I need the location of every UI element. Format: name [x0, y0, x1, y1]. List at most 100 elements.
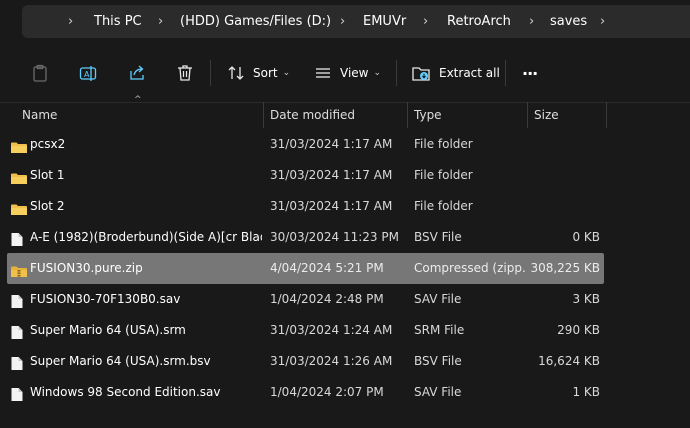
- file-icon: [10, 385, 28, 401]
- share-icon: [130, 65, 144, 80]
- file-size: 290 KB: [557, 323, 600, 337]
- file-row[interactable]: Super Mario 64 (USA).srm.bsv 31/03/2024 1…: [7, 346, 604, 377]
- breadcrumb-saves[interactable]: saves: [550, 5, 587, 38]
- file-date-modified: 31/03/2024 1:17 AM: [270, 137, 393, 151]
- paste-icon: [33, 64, 47, 82]
- file-type: File folder: [414, 137, 473, 151]
- file-type: SAV File: [414, 292, 462, 306]
- file-date-modified: 31/03/2024 1:17 AM: [270, 199, 393, 213]
- file-name: FUSION30-70F130B0.sav: [30, 292, 181, 306]
- column-resize-handle[interactable]: [606, 102, 607, 128]
- view-label: View: [340, 66, 369, 80]
- file-icon: [10, 230, 28, 246]
- chevron-right-icon[interactable]: ›: [158, 5, 163, 38]
- file-date-modified: 31/03/2024 1:26 AM: [270, 354, 393, 368]
- zip-folder-icon: [10, 261, 28, 277]
- share-button[interactable]: [127, 44, 147, 102]
- toolbar-divider: [505, 60, 506, 86]
- view-icon: [316, 68, 330, 78]
- trash-icon: [178, 65, 192, 81]
- chevron-right-icon[interactable]: ›: [423, 5, 428, 38]
- file-type: File folder: [414, 168, 473, 182]
- folder-icon: [10, 199, 28, 215]
- file-name: Windows 98 Second Edition.sav: [30, 385, 221, 399]
- column-resize-handle[interactable]: [263, 102, 264, 128]
- column-header-name[interactable]: Name: [22, 102, 57, 128]
- sort-label: Sort: [253, 66, 278, 80]
- file-size: 0 KB: [572, 230, 600, 244]
- column-resize-handle[interactable]: [407, 102, 408, 128]
- folder-icon: [10, 137, 28, 153]
- column-header-date[interactable]: Date modified: [270, 102, 355, 128]
- file-date-modified: 1/04/2024 2:07 PM: [270, 385, 384, 399]
- breadcrumb-emuvr[interactable]: EMUVr: [363, 5, 406, 38]
- file-type: File folder: [414, 199, 473, 213]
- file-row[interactable]: Slot 2 31/03/2024 1:17 AM File folder: [7, 191, 604, 222]
- file-date-modified: 4/04/2024 5:21 PM: [270, 261, 384, 275]
- file-name: FUSION30.pure.zip: [30, 261, 143, 275]
- file-date-modified: 30/03/2024 11:23 PM: [270, 230, 399, 244]
- file-type: SRM File: [414, 323, 465, 337]
- column-header-size[interactable]: Size: [534, 102, 559, 128]
- file-size: 308,225 KB: [530, 261, 600, 275]
- file-row[interactable]: FUSION30-70F130B0.sav 1/04/2024 2:48 PM SA…: [7, 284, 604, 315]
- sort-ascending-icon: ^: [134, 95, 142, 105]
- breadcrumb-retroarch[interactable]: RetroArch: [447, 5, 511, 38]
- extract-all-label: Extract all: [439, 66, 500, 80]
- file-date-modified: 31/03/2024 1:24 AM: [270, 323, 393, 337]
- chevron-right-icon[interactable]: ›: [68, 5, 73, 38]
- chevron-right-icon[interactable]: ›: [340, 5, 345, 38]
- file-name: Super Mario 64 (USA).srm.bsv: [30, 354, 211, 368]
- file-name: pcsx2: [30, 137, 66, 151]
- file-date-modified: 31/03/2024 1:17 AM: [270, 168, 393, 182]
- breadcrumb: › This PC › (HDD) Games/Files (D:) › EMU…: [22, 5, 690, 38]
- rename-button[interactable]: A: [78, 44, 98, 102]
- chevron-right-icon[interactable]: ›: [529, 5, 534, 38]
- sort-icon: [228, 66, 244, 80]
- chevron-right-icon[interactable]: ›: [600, 5, 605, 38]
- rename-icon: A: [79, 66, 97, 81]
- column-header-row: ^ Name Date modified Type Size: [0, 95, 690, 128]
- file-size: [527, 129, 600, 160]
- column-resize-handle[interactable]: [527, 102, 528, 128]
- file-type: BSV File: [414, 230, 462, 244]
- paste-button[interactable]: [30, 44, 50, 102]
- file-name: A-E (1982)(Broderbund)(Side A)[cr Blade]…: [30, 230, 262, 244]
- file-icon: [10, 292, 28, 308]
- extract-icon: [412, 67, 430, 81]
- more-options-button[interactable]: ···: [522, 44, 538, 102]
- file-size: 1 KB: [572, 385, 600, 399]
- file-date-modified: 1/04/2024 2:48 PM: [270, 292, 384, 306]
- toolbar-divider: [210, 60, 211, 86]
- file-name: Slot 2: [30, 199, 65, 213]
- address-bar[interactable]: › This PC › (HDD) Games/Files (D:) › EMU…: [22, 5, 690, 38]
- chevron-down-icon: ⌄: [373, 68, 382, 78]
- breadcrumb-this-pc[interactable]: This PC: [94, 5, 142, 38]
- file-type: Compressed (zipp...: [414, 261, 526, 275]
- file-icon: [10, 323, 28, 339]
- chevron-down-icon: ⌄: [282, 68, 291, 78]
- file-type: SAV File: [414, 385, 462, 399]
- view-button[interactable]: View ⌄: [314, 44, 381, 102]
- file-list: pcsx2 31/03/2024 1:17 AM File folder Slot 1…: [7, 129, 604, 408]
- file-type: BSV File: [414, 354, 462, 368]
- delete-button[interactable]: [175, 44, 195, 102]
- folder-icon: [10, 168, 28, 184]
- file-row[interactable]: FUSION30.pure.zip 4/04/2024 5:21 PM Compre…: [7, 253, 604, 284]
- column-header-type[interactable]: Type: [414, 102, 442, 128]
- file-row[interactable]: Windows 98 Second Edition.sav 1/04/2024 2…: [7, 377, 604, 408]
- file-size: 3 KB: [572, 292, 600, 306]
- more-icon: ···: [522, 63, 538, 83]
- file-row[interactable]: Super Mario 64 (USA).srm 31/03/2024 1:24 …: [7, 315, 604, 346]
- file-name: Slot 1: [30, 168, 65, 182]
- file-size: [527, 191, 600, 222]
- breadcrumb-drive[interactable]: (HDD) Games/Files (D:): [180, 5, 331, 38]
- extract-all-button[interactable]: Extract all: [411, 44, 500, 102]
- file-row[interactable]: Slot 1 31/03/2024 1:17 AM File folder: [7, 160, 604, 191]
- sort-button[interactable]: Sort ⌄: [227, 44, 290, 102]
- file-icon: [10, 354, 28, 370]
- file-row[interactable]: pcsx2 31/03/2024 1:17 AM File folder: [7, 129, 604, 160]
- file-size: [527, 160, 600, 191]
- toolbar-divider: [396, 60, 397, 86]
- file-row[interactable]: A-E (1982)(Broderbund)(Side A)[cr Blade]…: [7, 222, 604, 253]
